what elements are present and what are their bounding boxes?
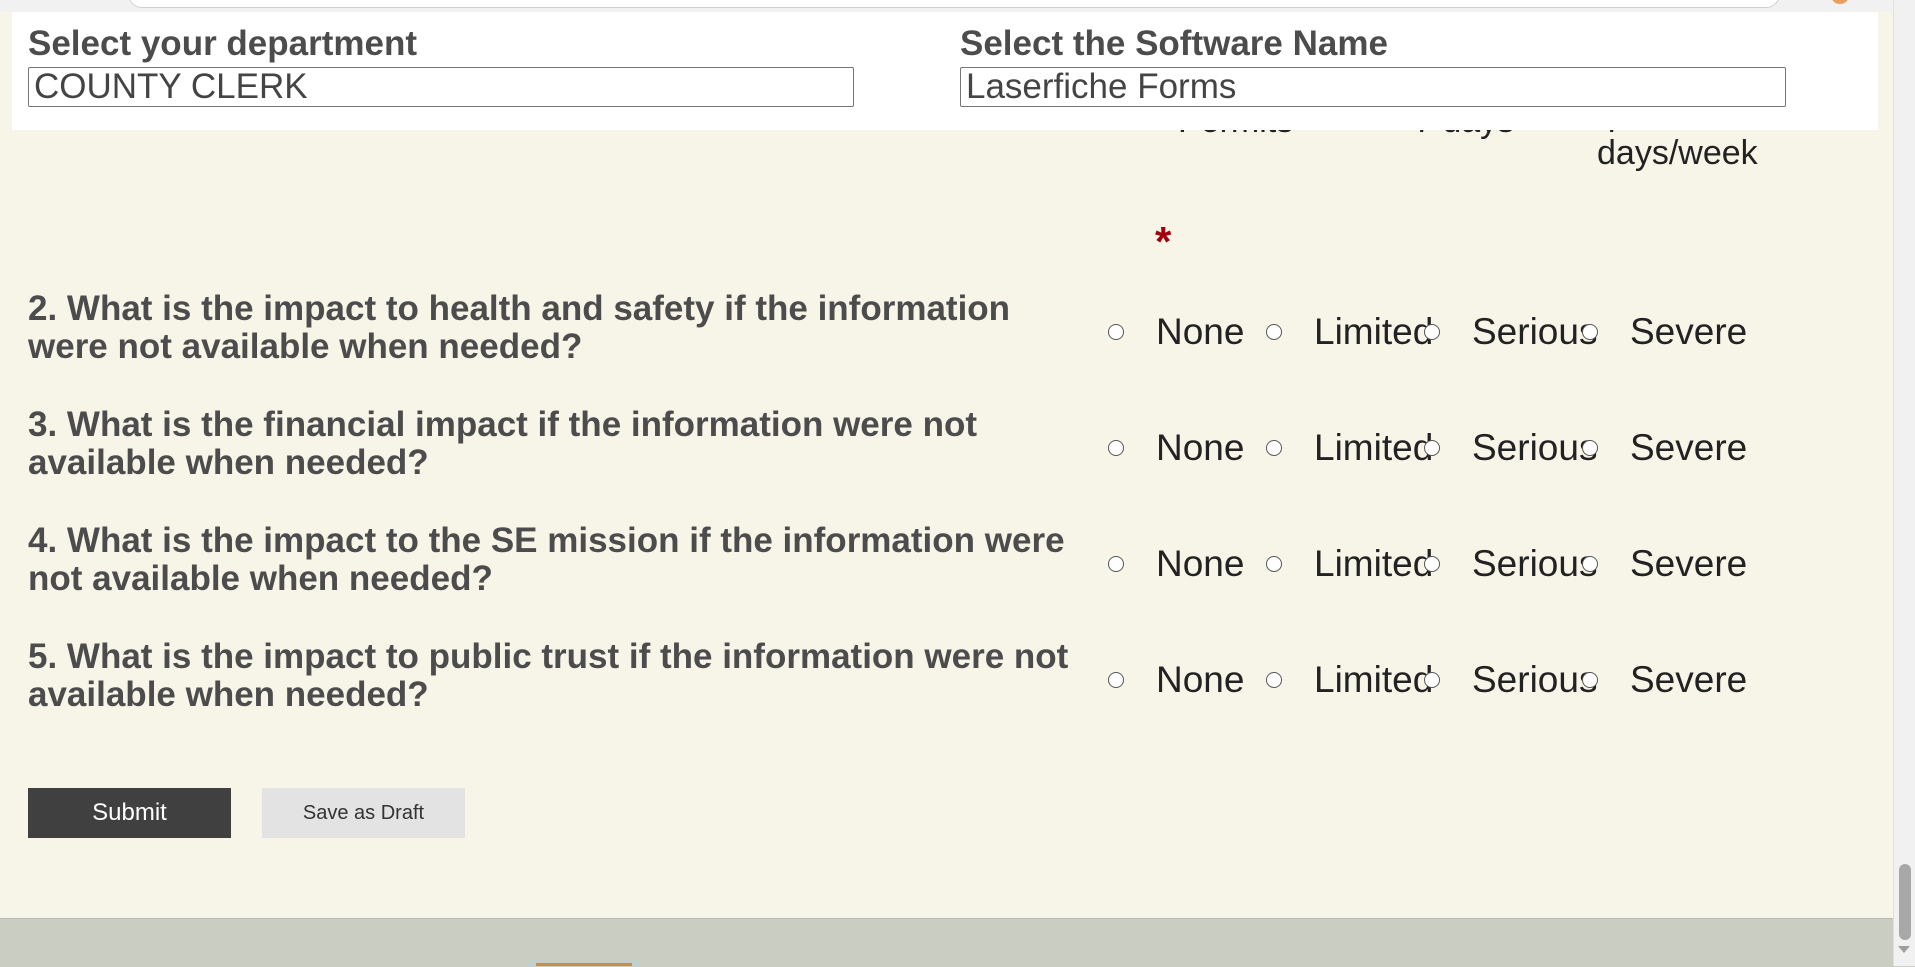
radio-button[interactable]: [1582, 324, 1598, 340]
option-label: None: [1156, 311, 1245, 352]
address-bar[interactable]: [128, 0, 1780, 8]
required-asterisk: *: [1155, 218, 1172, 265]
question-text: 5. What is the impact to public trust if…: [28, 637, 1069, 714]
column-header-days-week: days/week: [1597, 134, 1758, 172]
software-field: Select the Software Name Laserfiche Form…: [960, 24, 1786, 107]
question-text: 3. What is the financial impact if the i…: [28, 405, 977, 482]
option-label: Serious: [1472, 427, 1598, 468]
radio-button[interactable]: [1266, 440, 1282, 456]
software-input[interactable]: Laserfiche Forms: [960, 67, 1786, 107]
radio-button[interactable]: [1582, 672, 1598, 688]
radio-button[interactable]: [1582, 440, 1598, 456]
option-label: None: [1156, 659, 1245, 700]
form-page: Permits 7 days 7 days/week Select your d…: [0, 0, 1893, 918]
question-row-health-safety: 2. What is the impact to health and safe…: [28, 290, 1888, 370]
radio-button[interactable]: [1266, 672, 1282, 688]
browser-top-strip: [0, 0, 1893, 12]
option-label: Serious: [1472, 543, 1598, 584]
option-label: Serious: [1472, 659, 1598, 700]
option-label: Severe: [1630, 427, 1748, 468]
option-label: Limited: [1314, 659, 1434, 700]
option-label: Severe: [1630, 543, 1748, 584]
radio-button[interactable]: [1424, 672, 1440, 688]
radio-button[interactable]: [1108, 440, 1124, 456]
radio-button[interactable]: [1108, 324, 1124, 340]
sticky-header: Select your department COUNTY CLERK Sele…: [12, 12, 1878, 130]
department-label: Select your department: [28, 24, 417, 63]
submit-button[interactable]: Submit: [28, 788, 231, 838]
scroll-down-arrow-icon[interactable]: [1898, 946, 1910, 953]
question-row-public-trust: 5. What is the impact to public trust if…: [28, 638, 1888, 718]
page-footer: [0, 918, 1893, 967]
vertical-scrollbar[interactable]: [1893, 0, 1915, 966]
department-input[interactable]: COUNTY CLERK: [28, 67, 854, 107]
radio-button[interactable]: [1424, 324, 1440, 340]
option-label: Serious: [1472, 311, 1598, 352]
option-label: Severe: [1630, 311, 1748, 352]
radio-button[interactable]: [1582, 556, 1598, 572]
option-label: Severe: [1630, 659, 1748, 700]
option-label: Limited: [1314, 311, 1434, 352]
save-as-draft-button[interactable]: Save as Draft: [262, 788, 465, 838]
question-row-se-mission: 4. What is the impact to the SE mission …: [28, 522, 1888, 602]
radio-button[interactable]: [1266, 556, 1282, 572]
option-label: None: [1156, 427, 1245, 468]
department-field: Select your department COUNTY CLERK: [28, 24, 854, 107]
profile-icon[interactable]: [1832, 0, 1848, 4]
radio-button[interactable]: [1108, 672, 1124, 688]
radio-button[interactable]: [1108, 556, 1124, 572]
question-text: 4. What is the impact to the SE mission …: [28, 521, 1065, 598]
question-text: 2. What is the impact to health and safe…: [28, 289, 1011, 366]
radio-button[interactable]: [1424, 440, 1440, 456]
software-label: Select the Software Name: [960, 24, 1388, 63]
radio-button[interactable]: [1266, 324, 1282, 340]
scrollbar-thumb[interactable]: [1899, 864, 1911, 940]
option-label: Limited: [1314, 427, 1434, 468]
question-row-financial: 3. What is the financial impact if the i…: [28, 406, 1888, 486]
radio-button[interactable]: [1424, 556, 1440, 572]
option-label: None: [1156, 543, 1245, 584]
option-label: Limited: [1314, 543, 1434, 584]
